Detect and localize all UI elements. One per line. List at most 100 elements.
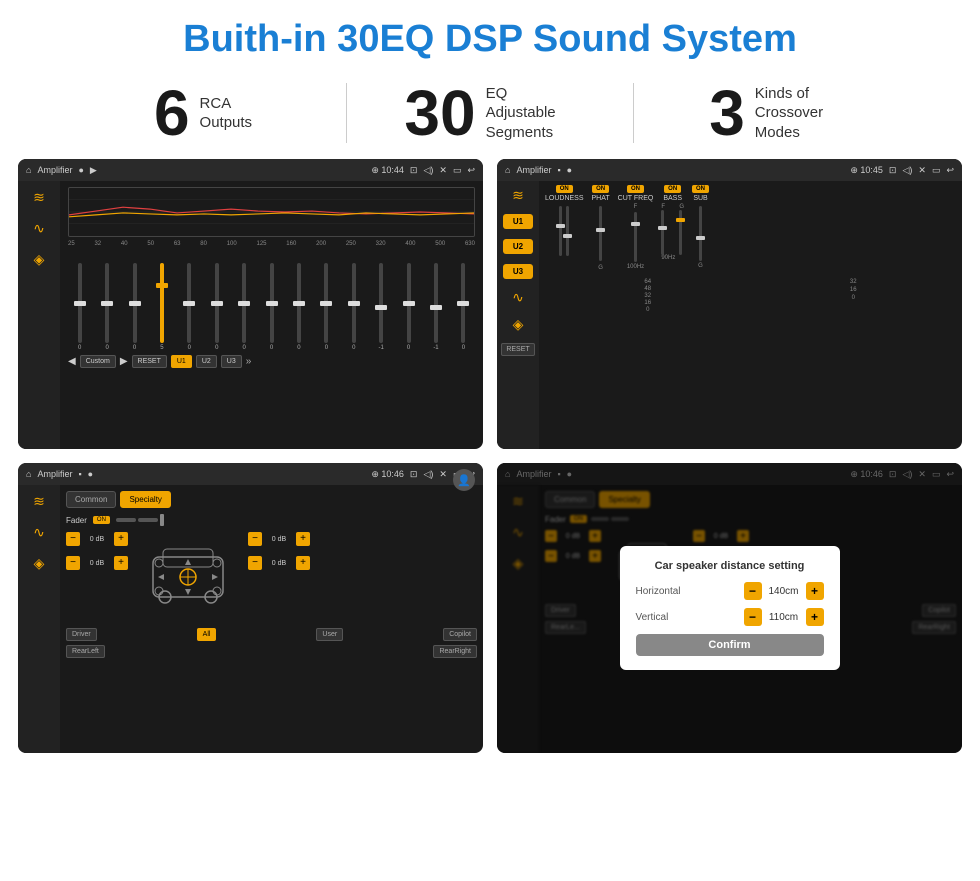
amp-controls: ON LOUDNESS ON xyxy=(545,185,956,271)
close-icon[interactable]: ✕ xyxy=(439,165,447,176)
wave-icon-3[interactable]: ∿ xyxy=(33,524,45,541)
horizontal-stepper: − 140cm + xyxy=(744,582,824,600)
u3-left[interactable]: U3 xyxy=(503,264,533,279)
eq-slider-7: 0 xyxy=(260,263,283,351)
cutfreq-on[interactable]: ON xyxy=(627,185,644,193)
eq-slider-6: 0 xyxy=(232,263,255,351)
wave-icon[interactable]: ∿ xyxy=(33,220,45,237)
db-minus-fr[interactable]: − xyxy=(248,532,262,546)
eq-icon[interactable]: ≋ xyxy=(33,189,45,206)
car-layout-svg xyxy=(138,532,238,622)
u3-btn[interactable]: U3 xyxy=(221,355,242,368)
phat-label: PHAT xyxy=(592,195,610,202)
loudness-group: ON LOUDNESS xyxy=(545,185,584,271)
stat-eq: 30 EQ AdjustableSegments xyxy=(347,81,633,145)
volume-icon-2[interactable]: ◁) xyxy=(902,165,912,176)
eq-icon-2[interactable]: ≋ xyxy=(512,187,524,204)
eq-slider-8: 0 xyxy=(287,263,310,351)
bass-group: ON BASS F 90Hz G xyxy=(661,185,684,271)
db-plus-rr[interactable]: + xyxy=(296,556,310,570)
profile-icon-3[interactable]: 👤 xyxy=(453,469,475,491)
db-minus-rl[interactable]: − xyxy=(66,556,80,570)
phat-on[interactable]: ON xyxy=(592,185,609,193)
db-plus-fl[interactable]: + xyxy=(114,532,128,546)
eq-icon-3[interactable]: ≋ xyxy=(33,493,45,510)
home-icon-2[interactable]: ⌂ xyxy=(505,165,510,175)
db-control-rr: − 0 dB + xyxy=(248,556,310,570)
db-minus-rr[interactable]: − xyxy=(248,556,262,570)
common-tab[interactable]: Common xyxy=(66,491,116,508)
sub-group: ON SUB G xyxy=(692,185,709,271)
fader-on[interactable]: ON xyxy=(93,516,110,524)
confirm-button[interactable]: Confirm xyxy=(636,634,824,656)
dot-icon-2: ▪ xyxy=(557,165,560,175)
volume-icon[interactable]: ◁) xyxy=(423,165,433,176)
u2-left[interactable]: U2 xyxy=(503,239,533,254)
speaker-icon-2[interactable]: ◈ xyxy=(513,316,524,333)
screen2-left: ≋ U1 U2 U3 ∿ ◈ RESET xyxy=(497,181,539,449)
screen3-title: Amplifier xyxy=(37,469,72,479)
db-value-rr: 0 dB xyxy=(265,560,293,567)
back-icon-2[interactable]: ↩ xyxy=(946,165,954,176)
home-icon[interactable]: ⌂ xyxy=(26,165,31,175)
db-value-rl: 0 dB xyxy=(83,560,111,567)
horizontal-minus[interactable]: − xyxy=(744,582,762,600)
driver-btn[interactable]: Driver xyxy=(66,628,97,641)
reset-btn-2[interactable]: RESET xyxy=(501,343,534,356)
u1-left[interactable]: U1 xyxy=(503,214,533,229)
camera-icon-2[interactable]: ⊡ xyxy=(889,165,897,176)
stat-crossover: 3 Kinds ofCrossover Modes xyxy=(634,81,920,145)
u1-btn[interactable]: U1 xyxy=(171,355,192,368)
all-btn[interactable]: All xyxy=(197,628,217,641)
play-icon[interactable]: ▶ xyxy=(90,165,97,176)
user-btn[interactable]: User xyxy=(316,628,343,641)
screen3-time: ⊕ 10:46 xyxy=(371,469,404,480)
play-btn[interactable]: ▶ xyxy=(120,356,128,367)
camera-icon[interactable]: ⊡ xyxy=(410,165,418,176)
vertical-plus[interactable]: + xyxy=(806,608,824,626)
dialog-title: Car speaker distance setting xyxy=(636,560,824,572)
stats-row: 6 RCAOutputs 30 EQ AdjustableSegments 3 … xyxy=(0,71,980,159)
dialog-vertical-row: Vertical − 110cm + xyxy=(636,608,824,626)
prev-btn[interactable]: ◀ xyxy=(68,356,76,367)
speaker-icon-3[interactable]: ◈ xyxy=(34,555,45,572)
reset-btn[interactable]: RESET xyxy=(132,355,167,368)
eq-sliders: 0 0 0 5 0 xyxy=(68,251,475,351)
bass-label: BASS xyxy=(663,195,682,202)
dot-icon: ● xyxy=(78,165,83,175)
rearright-btn[interactable]: RearRight xyxy=(433,645,477,658)
more-btn[interactable]: » xyxy=(246,356,252,367)
close-icon-3[interactable]: ✕ xyxy=(439,469,447,480)
tab-row-3: Common Specialty xyxy=(66,491,310,508)
eq-slider-10: 0 xyxy=(342,263,365,351)
rearleft-btn[interactable]: RearLeft xyxy=(66,645,105,658)
db-value-fr: 0 dB xyxy=(265,536,293,543)
custom-btn[interactable]: Custom xyxy=(80,355,116,368)
db-plus-rl[interactable]: + xyxy=(114,556,128,570)
specialty-tab[interactable]: Specialty xyxy=(120,491,170,508)
wave-icon-2[interactable]: ∿ xyxy=(512,289,524,306)
copilot-btn[interactable]: Copilot xyxy=(443,628,477,641)
db-minus-fl[interactable]: − xyxy=(66,532,80,546)
bottom-labels-3: Driver All User Copilot xyxy=(66,628,477,641)
u2-btn[interactable]: U2 xyxy=(196,355,217,368)
db-plus-fr[interactable]: + xyxy=(296,532,310,546)
speaker-icon[interactable]: ◈ xyxy=(34,251,45,268)
stat-rca: 6 RCAOutputs xyxy=(60,81,346,145)
camera-icon-3[interactable]: ⊡ xyxy=(410,469,418,480)
vertical-label: Vertical xyxy=(636,612,669,623)
horizontal-plus[interactable]: + xyxy=(806,582,824,600)
window-icon[interactable]: ▭ xyxy=(453,165,462,176)
home-icon-3[interactable]: ⌂ xyxy=(26,469,31,479)
bass-on[interactable]: ON xyxy=(664,185,681,193)
loudness-on[interactable]: ON xyxy=(556,185,573,193)
screen1-topbar: ⌂ Amplifier ● ▶ ⊕ 10:44 ⊡ ◁) ✕ ▭ ↩ xyxy=(18,159,483,181)
back-icon[interactable]: ↩ xyxy=(467,165,475,176)
volume-icon-3[interactable]: ◁) xyxy=(423,469,433,480)
sub-on[interactable]: ON xyxy=(692,185,709,193)
window-icon-2[interactable]: ▭ xyxy=(932,165,941,176)
close-icon-2[interactable]: ✕ xyxy=(918,165,926,176)
sub-label: SUB xyxy=(693,195,707,202)
eq-slider-0: 0 xyxy=(68,263,91,351)
vertical-minus[interactable]: − xyxy=(744,608,762,626)
